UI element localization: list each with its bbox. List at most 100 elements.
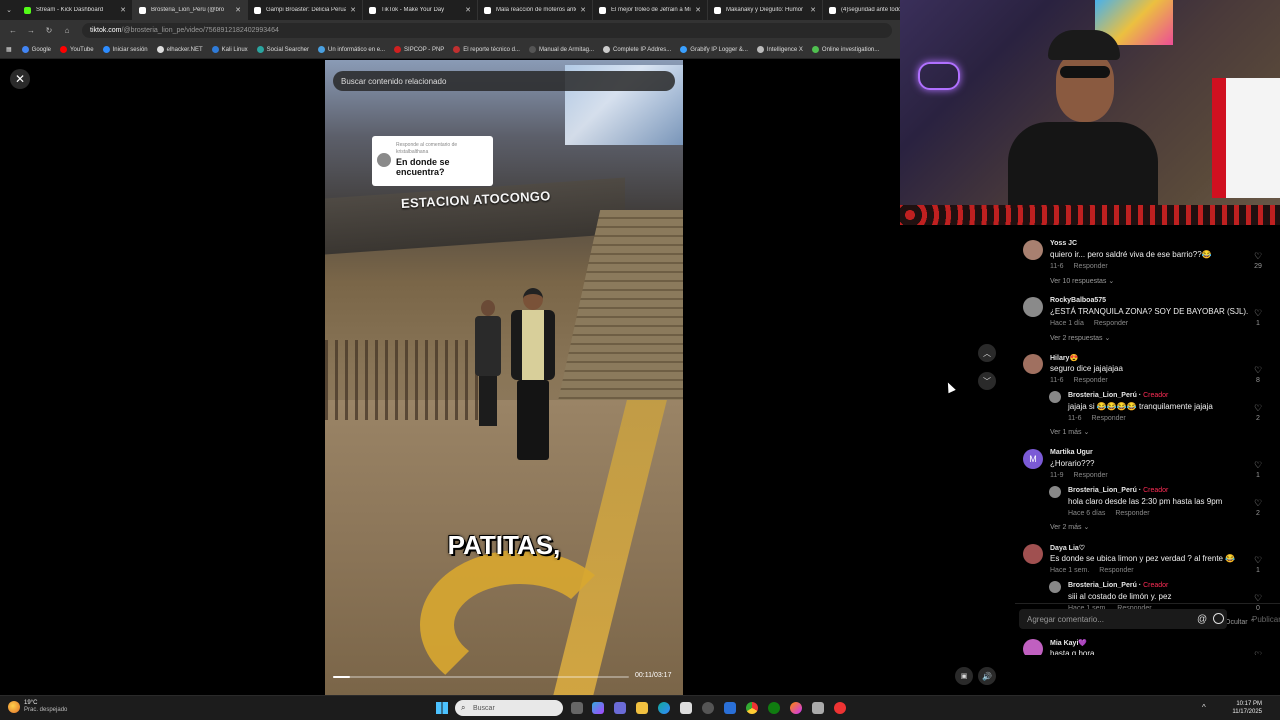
comment-avatar[interactable]: M: [1023, 449, 1043, 469]
comment-username[interactable]: Yoss JC: [1050, 240, 1077, 247]
tab-close-icon[interactable]: ✕: [235, 6, 241, 14]
file-explorer-icon[interactable]: [636, 702, 648, 714]
like-heart-icon[interactable]: ♡: [1252, 555, 1264, 566]
comment-username[interactable]: Hilary😍: [1050, 354, 1078, 362]
forward-icon[interactable]: →: [22, 26, 40, 35]
like-heart-icon[interactable]: ♡: [1252, 308, 1264, 319]
comment-avatar[interactable]: [1049, 391, 1061, 403]
comment-username[interactable]: Brosteria_Lion_Perú · Creador: [1068, 582, 1168, 589]
tab-close-icon[interactable]: ✕: [810, 6, 816, 14]
back-icon[interactable]: ←: [4, 26, 22, 35]
reply-button[interactable]: Responder: [1074, 472, 1108, 479]
comment-username[interactable]: Martika Ugur: [1050, 449, 1093, 456]
browser-tab[interactable]: Brosteria_Lion_Perú (@bro ✕: [133, 0, 248, 20]
bookmark-item[interactable]: Un informático en e...: [318, 46, 385, 53]
browser-tab[interactable]: El mejor troleo de Jefrain a Mi ✕: [593, 0, 708, 20]
bookmark-item[interactable]: SIPCOP - PNP: [394, 46, 444, 53]
like-heart-icon[interactable]: ♡: [1252, 365, 1264, 376]
edge-icon[interactable]: [658, 702, 670, 714]
app-icon[interactable]: [812, 702, 824, 714]
store-icon[interactable]: [680, 702, 692, 714]
comment-input[interactable]: Agregar comentario...: [1019, 609, 1227, 629]
settings-icon[interactable]: [702, 702, 714, 714]
xbox-icon[interactable]: [768, 702, 780, 714]
progress-bar[interactable]: [333, 676, 629, 678]
mention-icon[interactable]: @: [1197, 614, 1207, 625]
system-tray-chevron-icon[interactable]: ^: [1202, 703, 1206, 712]
browser-tab[interactable]: Makanaky y Dieguito: Humor ✕: [708, 0, 823, 20]
browser-tab[interactable]: Gampi Broaster: Delicia Peruana ✕: [248, 0, 363, 20]
apps-icon[interactable]: ▦: [6, 46, 12, 53]
comment-username[interactable]: RockyBalboa575: [1050, 297, 1106, 304]
view-replies-button[interactable]: Ver 10 respuestas ⌄: [1050, 277, 1114, 285]
clock[interactable]: 10:17 PM 11/17/2025: [1222, 700, 1262, 716]
related-search-input[interactable]: Buscar contenido relacionado: [333, 71, 675, 91]
vscode-icon[interactable]: [724, 702, 736, 714]
comment-username[interactable]: Mia Kayi💜: [1050, 639, 1087, 647]
comment-username[interactable]: Brosteria_Lion_Perú · Creador: [1068, 487, 1168, 494]
publish-button[interactable]: Publicar: [1252, 615, 1280, 624]
reply-button[interactable]: Responder: [1094, 320, 1128, 327]
copilot-icon[interactable]: [592, 702, 604, 714]
chrome-icon[interactable]: [746, 702, 758, 714]
comment-avatar[interactable]: [1023, 639, 1043, 655]
bookmark-item[interactable]: Iniciar sesión: [102, 46, 148, 53]
taskbar-search[interactable]: ⌕ Buscar: [455, 700, 563, 716]
next-video-button[interactable]: ﹀: [978, 372, 996, 390]
weather-widget[interactable]: 19°C Prac. despejado: [8, 700, 67, 714]
like-heart-icon[interactable]: ♡: [1252, 403, 1264, 414]
tab-close-icon[interactable]: ✕: [350, 6, 356, 14]
comment-avatar[interactable]: [1023, 354, 1043, 374]
bookmark-item[interactable]: Social Searcher: [256, 46, 309, 53]
video-player[interactable]: Buscar contenido relacionado Responde al…: [325, 60, 683, 696]
tab-close-icon[interactable]: ✕: [695, 6, 701, 14]
teams-icon[interactable]: [614, 702, 626, 714]
bookmark-item[interactable]: elhacker.NET: [156, 46, 203, 53]
reply-button[interactable]: Responder: [1115, 510, 1149, 517]
close-icon[interactable]: ✕: [10, 69, 30, 89]
tab-list-icon[interactable]: ⌄: [0, 0, 18, 20]
url-field[interactable]: tiktok.com/@brosteria_lion_pe/video/7568…: [82, 23, 892, 38]
volume-icon[interactable]: 🔊: [978, 667, 996, 685]
comment-username[interactable]: Daya Lia♡: [1050, 544, 1085, 552]
like-heart-icon[interactable]: ♡: [1252, 460, 1264, 471]
browser-tab[interactable]: Stream - Kick Dashboard ✕: [18, 0, 133, 20]
comment-avatar[interactable]: [1023, 240, 1043, 260]
app-red-icon[interactable]: [834, 702, 846, 714]
like-heart-icon[interactable]: ♡: [1252, 650, 1264, 655]
bookmark-item[interactable]: Kali Linux: [211, 46, 248, 53]
browser-tab[interactable]: TikTok - Make Your Day ✕: [363, 0, 478, 20]
task-view-icon[interactable]: [571, 702, 583, 714]
firefox-icon[interactable]: [790, 702, 802, 714]
browser-tab[interactable]: Mala reacción de moteros ante ✕: [478, 0, 593, 20]
reply-button[interactable]: Responder: [1074, 263, 1108, 270]
bookmark-item[interactable]: Manual de Armitag...: [528, 46, 594, 53]
comment-avatar[interactable]: [1049, 486, 1061, 498]
tab-close-icon[interactable]: ✕: [580, 6, 586, 14]
home-icon[interactable]: ⌂: [58, 26, 76, 35]
emoji-icon[interactable]: [1213, 613, 1224, 624]
reload-icon[interactable]: ↻: [40, 26, 58, 35]
comment-avatar[interactable]: [1023, 297, 1043, 317]
view-replies-button[interactable]: Ver 2 más ⌄: [1050, 523, 1089, 531]
like-heart-icon[interactable]: ♡: [1252, 251, 1264, 262]
comment-avatar[interactable]: [1023, 544, 1043, 564]
bookmark-item[interactable]: El reporte técnico d...: [453, 46, 520, 53]
view-replies-button[interactable]: Ver 1 más ⌄: [1050, 428, 1089, 436]
tab-close-icon[interactable]: ✕: [120, 6, 126, 14]
bookmark-item[interactable]: Grabify IP Logger &...: [680, 46, 748, 53]
tab-close-icon[interactable]: ✕: [465, 6, 471, 14]
bookmark-item[interactable]: Google: [21, 46, 51, 53]
reply-button[interactable]: Responder: [1099, 567, 1133, 574]
browser-tab[interactable]: (4)seguridad ante todo✕: [823, 0, 900, 20]
view-replies-button[interactable]: Ver 2 respuestas ⌄: [1050, 334, 1110, 342]
comment-username[interactable]: Brosteria_Lion_Perú · Creador: [1068, 392, 1168, 399]
like-heart-icon[interactable]: ♡: [1252, 498, 1264, 509]
bookmark-item[interactable]: YouTube: [60, 46, 94, 53]
windows-start-icon[interactable]: [436, 702, 448, 714]
bookmark-item[interactable]: Complete IP Addres...: [603, 46, 671, 53]
reply-button[interactable]: Responder: [1074, 377, 1108, 384]
bookmark-item[interactable]: Online investigation...: [811, 46, 879, 53]
reply-button[interactable]: Responder: [1092, 415, 1126, 422]
previous-video-button[interactable]: ︿: [978, 344, 996, 362]
